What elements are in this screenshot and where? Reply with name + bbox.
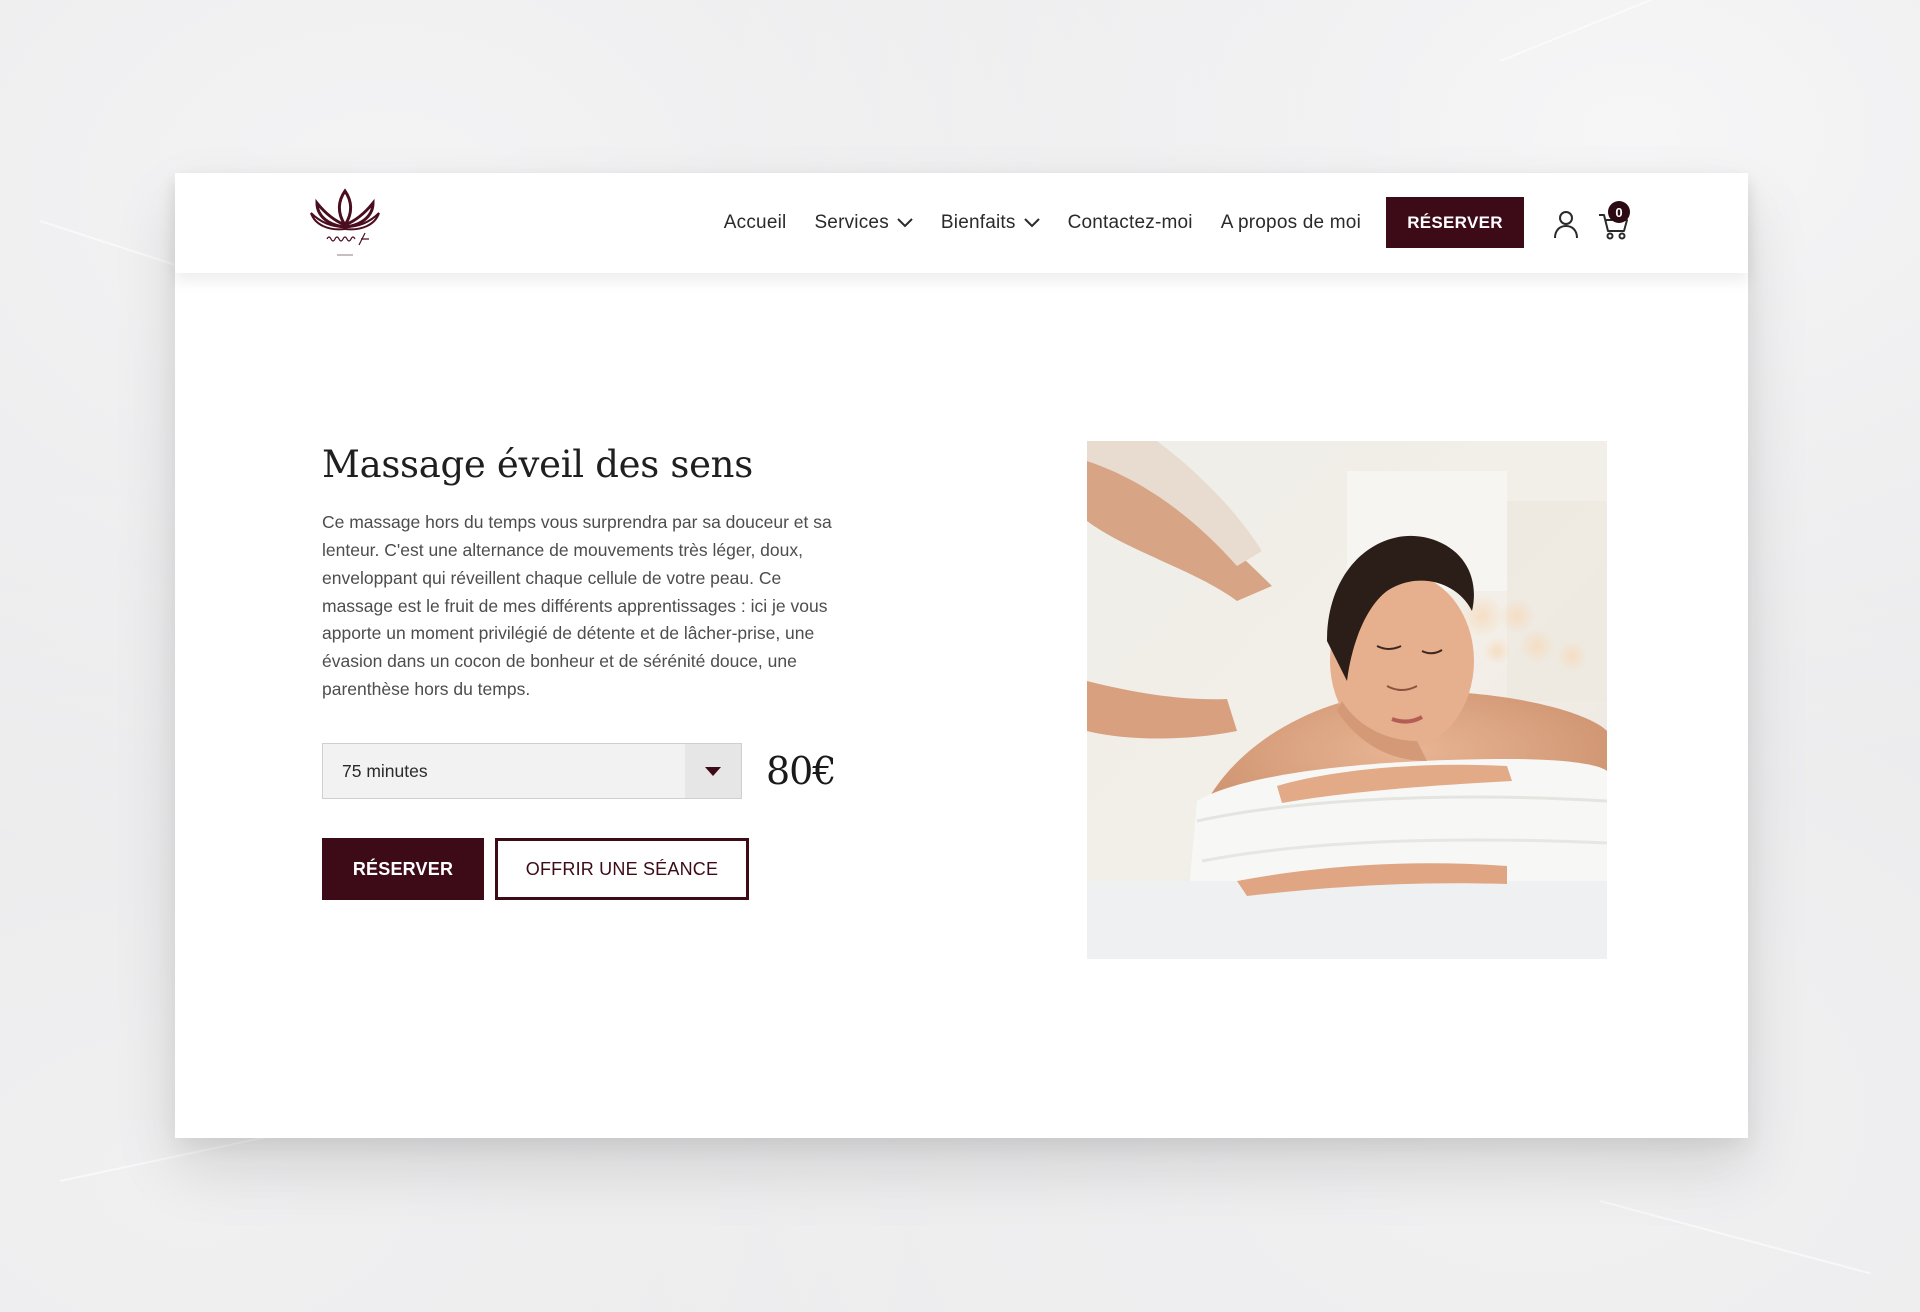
product-description: Ce massage hors du temps vous surprendra…: [322, 512, 832, 699]
background-texture: [1499, 0, 1742, 62]
duration-select[interactable]: 75 minutes: [322, 743, 742, 800]
lotus-logo-icon: [310, 188, 380, 256]
massage-photo-icon: [1087, 441, 1607, 959]
nav-item-contact[interactable]: Contactez-moi: [1068, 212, 1193, 234]
caret-down-icon: [705, 766, 721, 776]
nav-item-label: Contactez-moi: [1067, 212, 1193, 233]
nav-item-label: Services: [814, 212, 889, 233]
massage-photo: [1087, 441, 1607, 959]
nav-item-accueil[interactable]: Accueil: [724, 212, 787, 234]
site-header: Accueil Services Bienfaits Contactez-moi…: [175, 173, 1748, 273]
brand-logo[interactable]: [305, 183, 385, 267]
cart-count-badge: 0: [1608, 201, 1630, 223]
header-reserve-button[interactable]: RÉSERVER: [1386, 197, 1524, 248]
price-label: 80€: [766, 749, 837, 794]
nav-item-label: Accueil: [723, 212, 787, 233]
nav-item-about[interactable]: A propos de moi: [1221, 212, 1361, 234]
chevron-down-icon: [897, 218, 913, 228]
chevron-down-icon: [1023, 218, 1040, 228]
duration-select-value: 75 minutes: [342, 760, 428, 781]
nav-item-label: A propos de moi: [1220, 212, 1361, 233]
reserve-button[interactable]: RÉSERVER: [322, 838, 484, 901]
nav-item-services[interactable]: Services: [814, 212, 913, 234]
page-title: Massage éveil des sens: [322, 443, 753, 486]
nav-item-label: Bienfaits: [940, 212, 1016, 233]
product-details: Massage éveil des sens Ce massage hors d…: [322, 443, 862, 901]
background-texture: [1599, 1200, 1871, 1275]
nav-item-bienfaits[interactable]: Bienfaits: [941, 212, 1040, 234]
options-row: 75 minutes 80€: [322, 743, 862, 800]
main-nav: Accueil Services Bienfaits Contactez-moi…: [724, 173, 1361, 273]
gift-session-button[interactable]: OFFRIR UNE SÉANCE: [495, 838, 749, 901]
select-toggle[interactable]: [685, 744, 741, 799]
user-icon[interactable]: [1553, 209, 1579, 239]
action-buttons: RÉSERVER OFFRIR UNE SÉANCE: [322, 838, 862, 901]
browser-window: Accueil Services Bienfaits Contactez-moi…: [175, 173, 1748, 1138]
